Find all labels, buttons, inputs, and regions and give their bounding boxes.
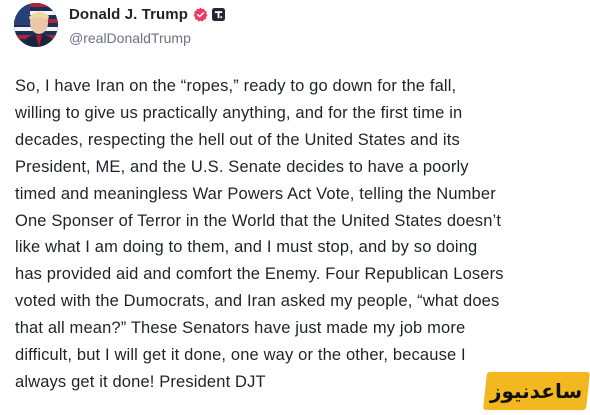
avatar-image: [14, 3, 58, 47]
post-line: difficult, but I will get it done, one w…: [15, 346, 466, 365]
post-line: President, ME, and the U.S. Senate decid…: [15, 157, 469, 176]
post-line: decades, respecting the hell out of the …: [15, 130, 460, 149]
post-line: voted with the Dumocrats, and Iran asked…: [15, 292, 500, 311]
verified-badge-icon: [193, 7, 208, 22]
name-row: Donald J. Trump: [69, 5, 226, 25]
post-line: willing to give us practically anything,…: [15, 103, 463, 122]
post-line: timed and meaningless War Powers Act Vot…: [15, 184, 496, 203]
truth-social-icon: [212, 8, 226, 21]
post-line: has provided aid and comfort the Enemy. …: [15, 265, 504, 284]
post-line: So, I have Iran on the “ropes,” ready to…: [15, 77, 457, 95]
watermark-text: ساعدنیوز: [490, 379, 583, 403]
avatar[interactable]: [14, 3, 58, 47]
post-line: One Sponser of Terror in the World that …: [15, 211, 502, 230]
post-header: Donald J. Trump @realDonaldTrump: [14, 3, 226, 47]
watermark-logo: ساعدنیوز: [483, 372, 590, 410]
post-card: Donald J. Trump @realDonaldTrump So, I h…: [0, 0, 590, 415]
display-name[interactable]: Donald J. Trump: [69, 6, 188, 23]
post-line: like what I am doing to them, and I must…: [15, 238, 478, 257]
author-identity: Donald J. Trump @realDonaldTrump: [69, 5, 226, 46]
author-handle[interactable]: @realDonaldTrump: [69, 30, 225, 46]
post-body: So, I have Iran on the “ropes,” ready to…: [15, 73, 580, 396]
post-line: that all mean?” These Senators have just…: [15, 319, 466, 338]
